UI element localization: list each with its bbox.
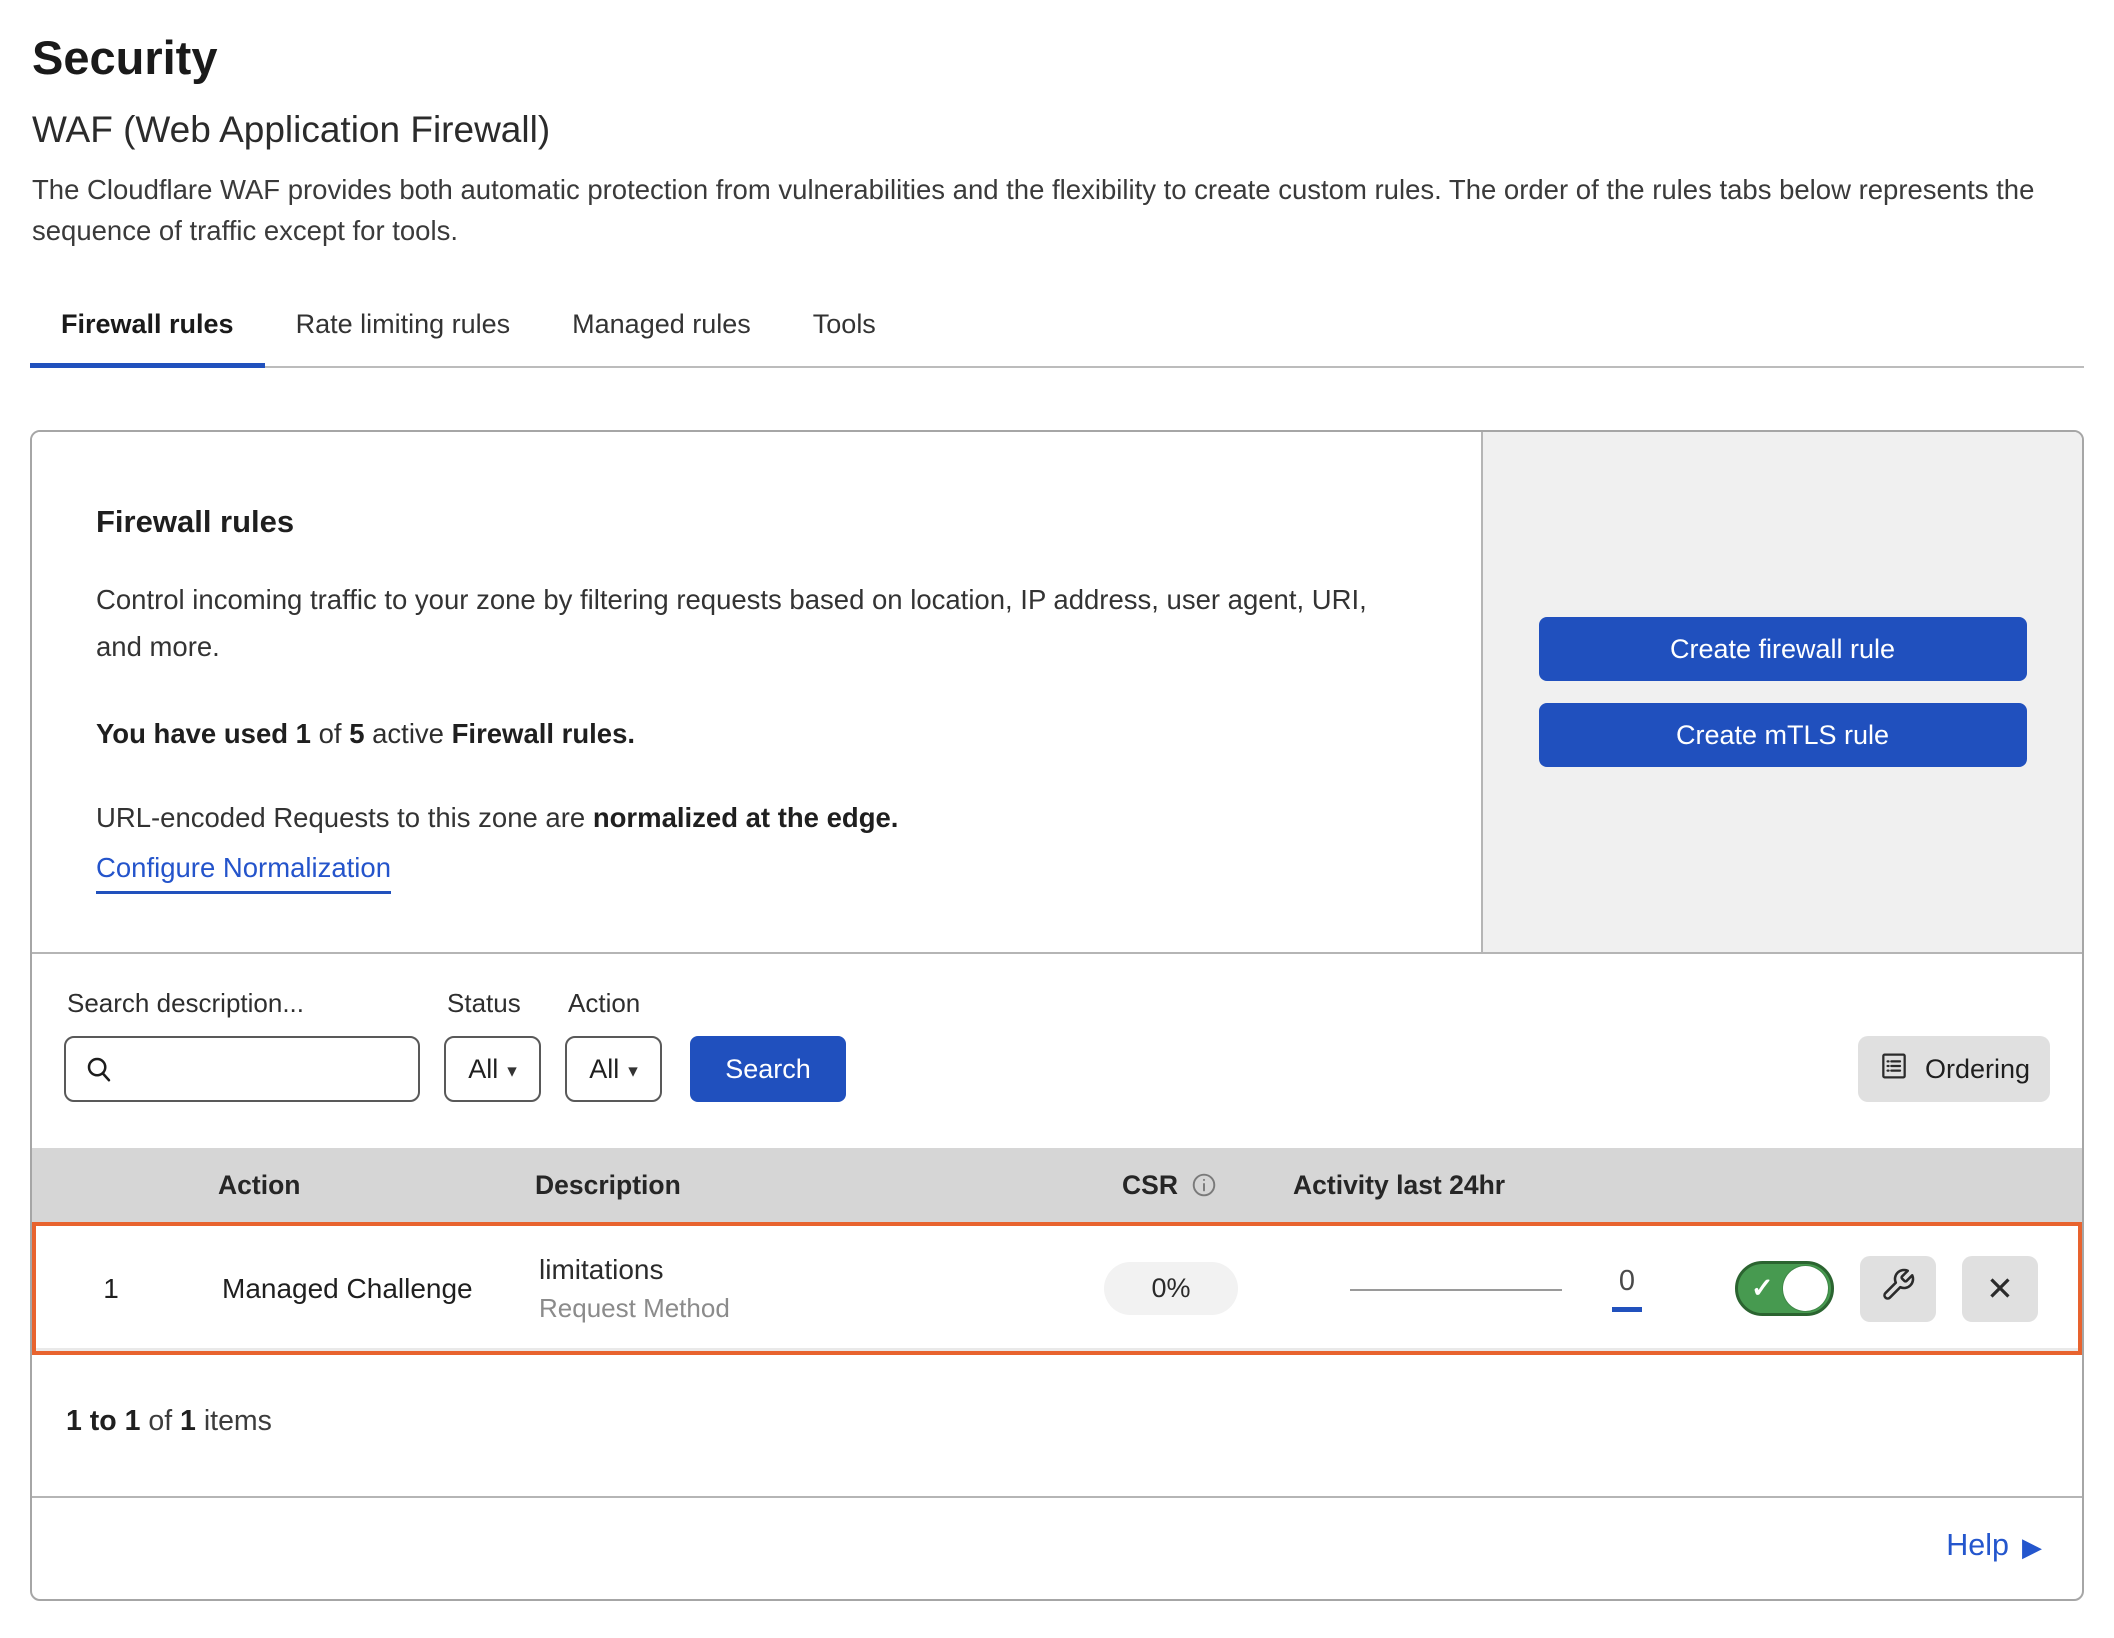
help-link[interactable]: Help ▶ [1946, 1528, 2042, 1563]
firewall-rules-card: Firewall rules Control incoming traffic … [30, 430, 2084, 1601]
configure-normalization-link[interactable]: Configure Normalization [96, 852, 391, 894]
normalization-segment: URL-encoded Requests to this zone are [96, 802, 593, 833]
header-cell-csr: CSR [1072, 1170, 1262, 1201]
table-row-highlighted[interactable]: 1 Managed Challenge limitations Request … [32, 1222, 2082, 1355]
overview-heading: Firewall rules [96, 504, 1417, 540]
rule-enabled-toggle[interactable]: ✓ [1735, 1261, 1834, 1316]
toggle-knob [1783, 1266, 1828, 1311]
tab-firewall-rules[interactable]: Firewall rules [30, 295, 265, 366]
header-cell-action: Action [182, 1170, 512, 1201]
status-filter-group: Status All ▾ [444, 988, 541, 1102]
items-count-segment: 1 to 1 [66, 1405, 140, 1437]
rule-controls: ✓ ✕ [1686, 1256, 2078, 1322]
overview-description: Control incoming traffic to your zone by… [96, 576, 1406, 670]
security-waf-page: Security WAF (Web Application Firewall) … [0, 0, 2114, 1631]
tab-tools[interactable]: Tools [782, 295, 907, 366]
create-firewall-rule-button[interactable]: Create firewall rule [1539, 617, 2027, 681]
csr-header-label: CSR [1122, 1170, 1178, 1201]
tab-managed-rules[interactable]: Managed rules [541, 295, 782, 366]
activity-count-underline [1612, 1307, 1642, 1312]
rules-table-header: Action Description CSR Activity last 24h… [32, 1148, 2082, 1222]
items-count-segment: 1 [180, 1405, 196, 1437]
header-cell-description: Description [512, 1170, 1072, 1201]
header-cell-activity: Activity last 24hr [1262, 1170, 1682, 1201]
create-mtls-rule-button[interactable]: Create mTLS rule [1539, 703, 2027, 767]
search-filter-group: Search description... [64, 988, 420, 1102]
help-arrow-icon: ▶ [2022, 1529, 2042, 1563]
action-filter-label: Action [565, 988, 662, 1019]
info-icon[interactable] [1191, 1172, 1217, 1198]
chevron-down-icon: ▾ [628, 1056, 638, 1083]
delete-rule-button[interactable]: ✕ [1962, 1256, 2038, 1322]
chevron-down-icon: ▾ [507, 1056, 517, 1083]
items-count-segment: items [196, 1405, 272, 1437]
create-rule-panel: Create firewall rule Create mTLS rule [1481, 432, 2082, 952]
usage-segment: You have used 1 [96, 718, 319, 749]
action-select[interactable]: All ▾ [565, 1036, 662, 1102]
page-title: Security [32, 30, 2084, 85]
usage-segment: Firewall rules. [452, 718, 635, 749]
action-filter-group: Action All ▾ [565, 988, 662, 1102]
search-button[interactable]: Search [690, 1036, 846, 1102]
check-icon: ✓ [1751, 1275, 1774, 1302]
activity-count-wrap: 0 [1612, 1265, 1642, 1312]
usage-segment: of [319, 718, 350, 749]
rule-csr-cell: 0% [1076, 1262, 1266, 1315]
status-filter-label: Status [444, 988, 541, 1019]
ordered-list-icon [1878, 1050, 1910, 1089]
activity-count[interactable]: 0 [1619, 1265, 1635, 1298]
action-select-value: All [589, 1054, 619, 1085]
close-icon: ✕ [1986, 1269, 2014, 1308]
firewall-rules-overview: Firewall rules Control incoming traffic … [32, 432, 2082, 952]
ordering-button[interactable]: Ordering [1858, 1036, 2050, 1102]
usage-summary: You have used 1 of 5 active Firewall rul… [96, 718, 1417, 750]
search-input[interactable] [124, 1053, 404, 1086]
help-link-label: Help [1946, 1528, 2009, 1563]
search-filter-label: Search description... [64, 988, 420, 1019]
help-footer: Help ▶ [32, 1498, 2082, 1599]
rule-action: Managed Challenge [186, 1273, 516, 1305]
search-icon [84, 1054, 114, 1084]
rule-description-sub: Request Method [539, 1293, 1076, 1324]
ordering-button-label: Ordering [1925, 1054, 2030, 1085]
normalization-segment: normalized at the edge. [593, 802, 899, 833]
usage-segment: 5 [349, 718, 372, 749]
tab-rate-limiting-rules[interactable]: Rate limiting rules [265, 295, 542, 366]
search-input-box [64, 1036, 420, 1102]
filter-bar: Search description... Status All ▾ Actio… [32, 954, 2082, 1148]
page-subtitle: WAF (Web Application Firewall) [32, 109, 2084, 151]
items-count: 1 to 1 of 1 items [32, 1355, 2082, 1496]
usage-segment: active [372, 718, 451, 749]
rule-activity-cell: 0 [1266, 1265, 1686, 1312]
activity-sparkline [1350, 1289, 1562, 1291]
items-count-segment: of [140, 1405, 180, 1437]
rules-tab-bar: Firewall rules Rate limiting rules Manag… [30, 295, 2084, 368]
rule-order: 1 [36, 1273, 186, 1305]
rule-description-cell: limitations Request Method [516, 1254, 1076, 1324]
status-select-value: All [468, 1054, 498, 1085]
edit-rule-button[interactable] [1860, 1256, 1936, 1322]
wrench-icon [1880, 1267, 1916, 1311]
status-select[interactable]: All ▾ [444, 1036, 541, 1102]
csr-badge: 0% [1104, 1262, 1238, 1315]
page-description: The Cloudflare WAF provides both automat… [32, 169, 2077, 251]
overview-text-column: Firewall rules Control incoming traffic … [32, 432, 1481, 952]
normalization-note: URL-encoded Requests to this zone are no… [96, 802, 1417, 834]
rule-description[interactable]: limitations [539, 1254, 1076, 1286]
